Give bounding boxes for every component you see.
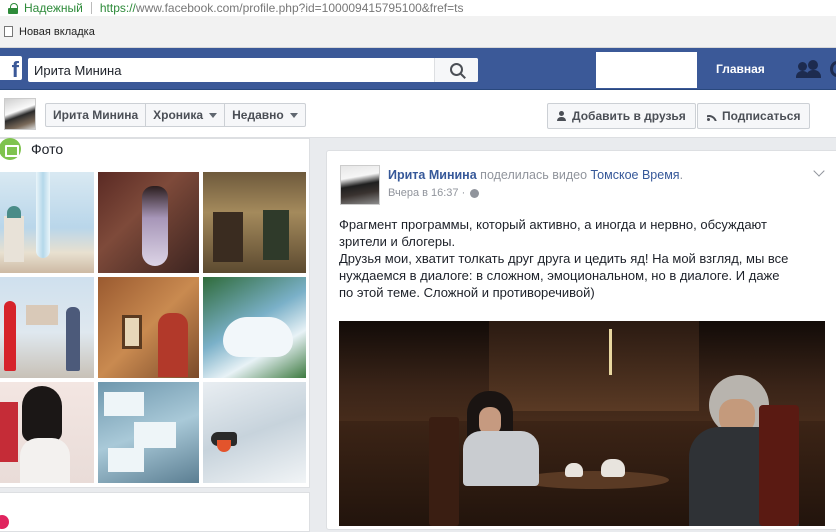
- search-input[interactable]: [28, 58, 434, 82]
- address-bar[interactable]: Надежный https:// www.facebook.com/profi…: [0, 0, 836, 16]
- search-box: [28, 58, 478, 82]
- photo-grid: [0, 172, 306, 484]
- bookmarks-bar: Новая вкладка: [0, 16, 836, 48]
- search-icon[interactable]: [434, 58, 478, 82]
- add-friend-button[interactable]: Добавить в друзья: [547, 103, 696, 129]
- url-path[interactable]: www.facebook.com/profile.php?id=10000941…: [136, 1, 464, 15]
- add-friend-icon: [557, 111, 567, 121]
- post-text-line: нуждаемся в диалоге: в сложном, эмоциона…: [339, 268, 780, 283]
- photo-thumbnail[interactable]: [203, 277, 306, 378]
- facebook-top-bar: f Главная: [0, 48, 836, 90]
- url-scheme[interactable]: https://: [100, 1, 136, 15]
- subscribe-button[interactable]: Подписаться: [697, 103, 811, 129]
- tab-timeline[interactable]: Хроника: [146, 104, 226, 126]
- photo-icon: [0, 138, 21, 160]
- video-player[interactable]: [339, 321, 825, 526]
- lock-icon: [8, 2, 18, 14]
- tab-recent[interactable]: Недавно: [225, 104, 305, 126]
- bookmark-new-tab[interactable]: Новая вкладка: [19, 26, 95, 38]
- page-icon: [4, 26, 13, 37]
- post-timestamp[interactable]: Вчера в 16:37 ·: [388, 187, 480, 199]
- messages-icon[interactable]: [830, 61, 836, 77]
- post-action: поделилась видео: [480, 168, 588, 182]
- avatar[interactable]: [340, 165, 380, 205]
- add-friend-label: Добавить в друзья: [572, 109, 686, 123]
- photo-thumbnail[interactable]: [98, 172, 199, 273]
- subscribe-label: Подписаться: [722, 109, 801, 123]
- post-text: Фрагмент программы, который активно, а и…: [339, 216, 831, 301]
- divider: [90, 2, 92, 14]
- photo-thumbnail[interactable]: [98, 382, 199, 483]
- post-author[interactable]: Ирита Минина: [388, 168, 477, 182]
- second-card: [0, 492, 310, 532]
- photos-title: Фото: [31, 141, 64, 157]
- photo-thumbnail[interactable]: [0, 277, 94, 378]
- globe-icon: [470, 188, 480, 198]
- avatar[interactable]: [4, 98, 36, 130]
- photo-thumbnail[interactable]: [0, 172, 94, 273]
- profile-shortcut[interactable]: [596, 52, 697, 88]
- post-text-line: по этой теме. Сложной и противоречивой): [339, 285, 595, 300]
- profile-tabs: Ирита Минина Хроника Недавно: [45, 103, 306, 127]
- friend-requests-icon[interactable]: [796, 60, 822, 78]
- secure-label: Надежный: [24, 1, 83, 15]
- photo-thumbnail[interactable]: [98, 277, 199, 378]
- photos-header[interactable]: Фото: [0, 138, 63, 160]
- facebook-logo[interactable]: f: [0, 56, 22, 80]
- post-header: Ирита Минина поделилась видео Томское Вр…: [388, 168, 684, 182]
- chevron-down-icon: [209, 112, 218, 118]
- tab-profile-name[interactable]: Ирита Минина: [46, 104, 147, 126]
- photo-thumbnail[interactable]: [0, 382, 94, 483]
- home-link[interactable]: Главная: [716, 62, 765, 76]
- photo-thumbnail[interactable]: [203, 382, 306, 483]
- post-text-line: Фрагмент программы, который активно, а и…: [339, 217, 767, 232]
- rss-icon: [707, 111, 717, 121]
- chevron-down-icon: [289, 112, 298, 118]
- photo-thumbnail[interactable]: [203, 172, 306, 273]
- post-text-line: Друзья мои, хватит толкать друг друга и …: [339, 251, 789, 266]
- post-time-text: Вчера в 16:37 ·: [388, 187, 466, 199]
- post-text-line: зрители и блогеры.: [339, 234, 456, 249]
- post-shared-page[interactable]: Томское Время: [591, 168, 680, 182]
